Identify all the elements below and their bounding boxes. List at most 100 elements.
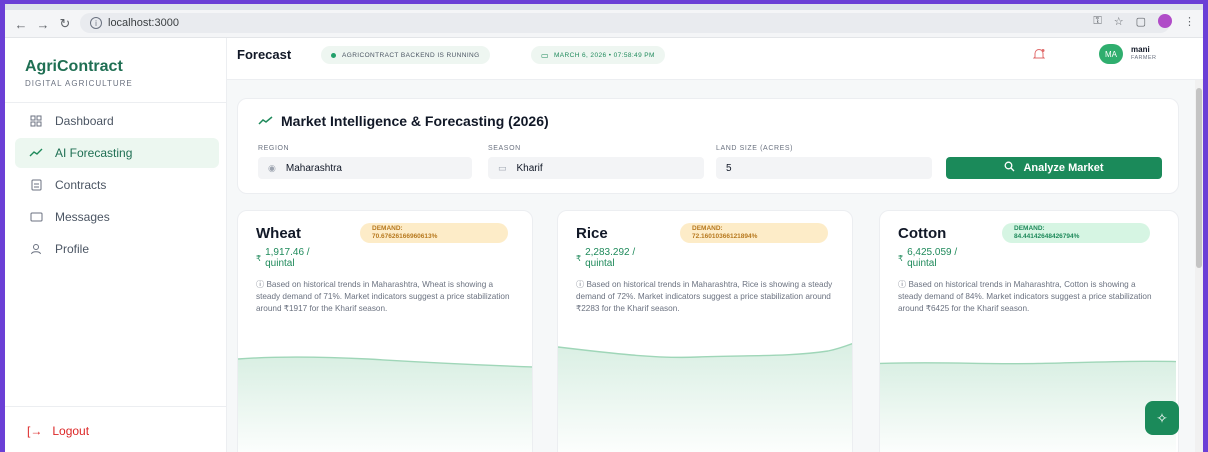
crop-name: Rice bbox=[576, 225, 608, 242]
address-bar[interactable]: i localhost:3000 bbox=[80, 13, 1170, 33]
user-name: mani bbox=[1131, 45, 1150, 55]
sidebar-item-ai-forecasting[interactable]: AI Forecasting bbox=[15, 138, 219, 168]
demand-badge: DEMAND: 70.67626166960613% bbox=[360, 223, 508, 243]
search-icon bbox=[1004, 161, 1015, 175]
star-icon[interactable]: ☆ bbox=[1114, 15, 1124, 28]
trend-up-icon bbox=[258, 114, 273, 129]
brand-tagline: DIGITAL AGRICULTURE bbox=[25, 79, 133, 88]
logout-label: Logout bbox=[52, 424, 90, 438]
extensions-icon[interactable]: ▢ bbox=[1136, 15, 1146, 28]
scrollbar-thumb[interactable] bbox=[1196, 88, 1202, 268]
sidebar-item-messages[interactable]: Messages bbox=[15, 202, 219, 232]
price-value: 2,283.292 / bbox=[585, 247, 636, 258]
date-badge: ▭ MARCH 6, 2026 • 07:58:49 PM bbox=[531, 46, 665, 64]
sidebar-item-dashboard[interactable]: Dashboard bbox=[15, 106, 219, 136]
price-unit: quintal bbox=[907, 258, 937, 269]
description-text: Based on historical trends in Maharashtr… bbox=[256, 280, 510, 313]
calendar-icon: ▭ bbox=[498, 162, 507, 173]
sidebar: AgriContract DIGITAL AGRICULTURE Dashboa… bbox=[5, 38, 227, 452]
region-field[interactable]: ◉ Maharashtra bbox=[258, 157, 472, 179]
logout-icon: [→ bbox=[27, 424, 43, 438]
sidebar-item-contracts[interactable]: Contracts bbox=[15, 170, 219, 200]
user-icon bbox=[29, 242, 43, 256]
location-pin-icon: ◉ bbox=[268, 162, 276, 173]
brand[interactable]: AgriContract DIGITAL AGRICULTURE bbox=[25, 58, 133, 88]
trend-chart bbox=[880, 360, 1176, 452]
user-role: FARMER bbox=[1131, 55, 1157, 62]
land-size-input[interactable]: 5 bbox=[716, 157, 932, 179]
price-unit: quintal bbox=[585, 258, 615, 269]
back-icon[interactable]: ← bbox=[11, 14, 31, 34]
site-info-icon[interactable]: i bbox=[90, 17, 102, 29]
info-icon: ⓘ bbox=[898, 280, 909, 289]
url-text: localhost:3000 bbox=[108, 17, 179, 29]
price: ₹ 1,917.46 / quintal bbox=[256, 247, 310, 269]
panel-title: Market Intelligence & Forecasting (2026) bbox=[258, 113, 549, 129]
reload-icon[interactable]: ↻ bbox=[55, 14, 75, 34]
browser-actions: ⚿ ☆ ▢ ⋮ bbox=[1093, 14, 1195, 28]
crop-name: Cotton bbox=[898, 225, 947, 242]
grid-icon bbox=[29, 114, 43, 128]
page-title: Forecast bbox=[237, 47, 292, 62]
demand-value: 70.67626166960613% bbox=[372, 233, 438, 240]
crop-name: Wheat bbox=[256, 225, 301, 242]
divider bbox=[5, 406, 227, 407]
season-select[interactable]: ▭ Kharif bbox=[488, 157, 704, 179]
logout-button[interactable]: [→ Logout bbox=[27, 424, 89, 438]
price: ₹ 2,283.292 / quintal bbox=[576, 247, 635, 269]
browser-toolbar: ← → ↻ i localhost:3000 ⚿ ☆ ▢ ⋮ bbox=[5, 4, 1203, 38]
file-icon bbox=[29, 178, 43, 192]
description-text: Based on historical trends in Maharashtr… bbox=[576, 280, 833, 313]
main-content: Forecast AGRICONTRACT BACKEND IS RUNNING… bbox=[227, 38, 1203, 452]
message-icon bbox=[29, 210, 43, 224]
demand-badge: DEMAND: 84.44142648426794% bbox=[1002, 223, 1150, 243]
crop-card-wheat[interactable]: Wheat DEMAND: 70.67626166960613% ₹ 1,917… bbox=[237, 210, 533, 452]
status-text: AGRICONTRACT BACKEND IS RUNNING bbox=[342, 51, 480, 59]
trend-chart bbox=[558, 343, 852, 452]
sidebar-item-label: Profile bbox=[55, 242, 90, 256]
crop-card-cotton[interactable]: Cotton DEMAND: 84.44142648426794% ₹ 6,42… bbox=[879, 210, 1179, 452]
app-window: ← → ↻ i localhost:3000 ⚿ ☆ ▢ ⋮ AgriContr… bbox=[5, 4, 1203, 452]
sidebar-item-label: Contracts bbox=[55, 178, 107, 192]
demand-badge: DEMAND: 72.16010366121894% bbox=[680, 223, 828, 243]
price-value: 6,425.059 / bbox=[907, 247, 958, 258]
card-description: ⓘ Based on historical trends in Maharash… bbox=[256, 279, 518, 315]
info-icon: ⓘ bbox=[256, 280, 267, 289]
demand-label: DEMAND: bbox=[692, 225, 723, 232]
demand-label: DEMAND: bbox=[372, 225, 403, 232]
user-menu[interactable]: MA mani FARMER bbox=[1099, 44, 1156, 64]
demand-label: DEMAND: bbox=[1014, 225, 1045, 232]
card-description: ⓘ Based on historical trends in Maharash… bbox=[898, 279, 1160, 315]
sidebar-item-label: Messages bbox=[55, 210, 110, 224]
season-value: Kharif bbox=[516, 162, 543, 174]
currency-symbol: ₹ bbox=[256, 254, 262, 263]
demand-value: 84.44142648426794% bbox=[1014, 233, 1080, 240]
browser-profile-icon[interactable] bbox=[1158, 14, 1172, 28]
trend-area bbox=[558, 343, 852, 452]
sidebar-item-profile[interactable]: Profile bbox=[15, 234, 219, 264]
price: ₹ 6,425.059 / quintal bbox=[898, 247, 957, 269]
card-description: ⓘ Based on historical trends in Maharash… bbox=[576, 279, 838, 315]
status-dot-icon bbox=[331, 52, 336, 58]
price-unit: quintal bbox=[265, 258, 295, 269]
status-badge: AGRICONTRACT BACKEND IS RUNNING bbox=[321, 46, 490, 64]
currency-symbol: ₹ bbox=[898, 254, 904, 263]
menu-dots-icon[interactable]: ⋮ bbox=[1184, 15, 1195, 28]
analyze-market-button[interactable]: Analyze Market bbox=[946, 157, 1162, 179]
sidebar-item-label: Dashboard bbox=[55, 114, 114, 128]
calendar-icon: ▭ bbox=[541, 50, 549, 60]
crop-card-rice[interactable]: Rice DEMAND: 72.16010366121894% ₹ 2,283.… bbox=[557, 210, 853, 452]
forecast-panel: Market Intelligence & Forecasting (2026)… bbox=[237, 98, 1179, 194]
sidebar-nav: Dashboard AI Forecasting Contracts Messa… bbox=[15, 106, 219, 266]
key-icon[interactable]: ⚿ bbox=[1093, 15, 1101, 28]
land-size-value: 5 bbox=[726, 162, 732, 174]
date-text: MARCH 6, 2026 • 07:58:49 PM bbox=[553, 51, 655, 59]
analyze-market-label: Analyze Market bbox=[1023, 162, 1104, 174]
land-size-label: LAND SIZE (ACRES) bbox=[716, 145, 794, 152]
description-text: Based on historical trends in Maharashtr… bbox=[898, 280, 1152, 313]
currency-symbol: ₹ bbox=[576, 254, 582, 263]
ai-assistant-button[interactable]: ✧ bbox=[1145, 401, 1179, 435]
notification-bell-icon[interactable] bbox=[1032, 48, 1047, 62]
season-label: SEASON bbox=[488, 145, 521, 152]
forward-icon[interactable]: → bbox=[33, 14, 53, 34]
